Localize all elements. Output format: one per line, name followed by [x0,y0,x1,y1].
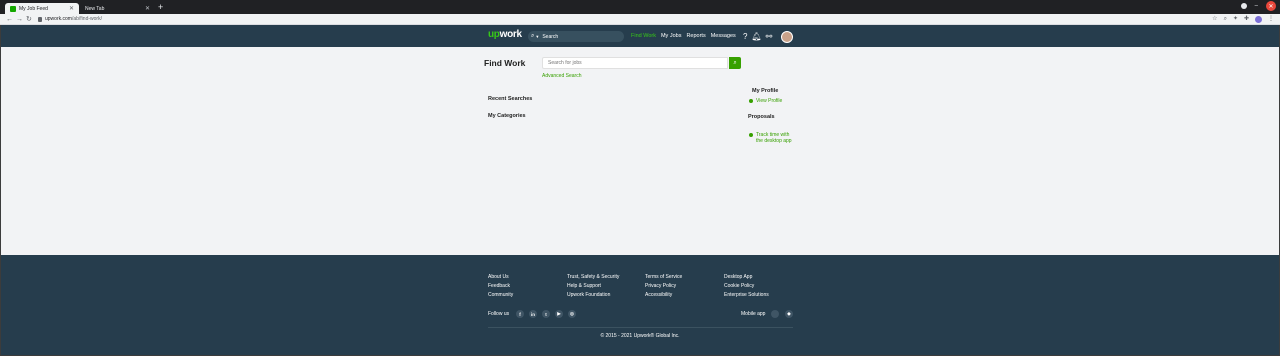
footer-link-about-us[interactable]: About Us [488,273,513,282]
view-profile-link[interactable]: View Profile [756,98,782,104]
android-icon[interactable]: ◆ [785,310,793,318]
footer-link-upwork-foundation[interactable]: Upwork Foundation [567,291,619,300]
window-controls: – ✕ [1240,1,1276,11]
footer-link-community[interactable]: Community [488,291,513,300]
nav-reports[interactable]: Reports [686,33,705,39]
close-window-icon[interactable]: ✕ [1266,1,1276,11]
footer-column-3: Terms of Service Privacy Policy Accessib… [645,273,682,300]
footer-divider [488,327,793,328]
tab-new-tab[interactable]: New Tab ✕ [80,3,155,14]
upwork-logo[interactable]: upwork [488,29,522,40]
nav-my-jobs[interactable]: My Jobs [661,33,681,39]
my-categories-heading: My Categories [488,113,526,119]
forward-icon[interactable]: → [16,15,23,24]
footer-link-terms[interactable]: Terms of Service [645,273,682,282]
toolbar-icons: ☆ ⌕ ✦ ✚ ⋮ [1212,15,1274,24]
tab-my-job-feed[interactable]: My Job Feed ✕ [5,3,79,14]
back-icon[interactable]: ← [6,15,13,24]
twitter-icon[interactable]: t [542,310,550,318]
nav-find-work[interactable]: Find Work [631,33,656,39]
search-icon: ⌕ [733,59,737,66]
page-title: Find Work [484,58,526,68]
copyright-text: © 2015 - 2021 Upwork® Global Inc. [600,333,680,339]
chevron-down-icon[interactable]: ▼ [535,34,539,39]
bookmark-star-icon[interactable]: ☆ [1212,15,1217,24]
browser-tab-bar: My Job Feed ✕ New Tab ✕ + – ✕ [0,0,1280,14]
apple-icon[interactable] [771,310,779,318]
view-profile-icon [749,99,753,103]
advanced-search-link[interactable]: Advanced Search [542,73,581,79]
url-domain: upwork.com [45,16,72,22]
profile-avatar-icon[interactable] [1255,16,1262,23]
desktop-app-icon [749,133,753,137]
footer-link-help-support[interactable]: Help & Support [567,282,619,291]
footer-link-trust-safety[interactable]: Trust, Safety & Security [567,273,619,282]
header-search-input[interactable]: ⌕ ▼ Search [528,31,624,42]
account-icon[interactable] [1240,3,1247,9]
header-icons: ? 🔔︎ ⚯ [743,31,794,43]
facebook-icon[interactable]: f [516,310,524,318]
job-search-button[interactable]: ⌕ [729,57,741,69]
tab-label: My Job Feed [19,5,48,12]
track-time-link[interactable]: Track time with the desktop app [756,132,792,144]
menu-kebab-icon[interactable]: ⋮ [1268,15,1274,24]
browser-toolbar: ← → ↻ upwork.com/ab/find-work/ ☆ ⌕ ✦ ✚ ⋮ [0,14,1280,25]
nav-messages[interactable]: Messages [711,33,736,39]
mobile-app-label: Mobile app [741,311,766,317]
job-search-input[interactable] [542,57,728,69]
notifications-bell-icon[interactable]: 🔔︎ [751,32,761,42]
reload-icon[interactable]: ↻ [26,15,32,24]
recent-searches-heading: Recent Searches [488,96,533,102]
youtube-icon[interactable]: ▶ [555,310,563,318]
help-icon[interactable]: ? [743,32,747,42]
extension-icon[interactable]: ✦ [1233,15,1238,24]
footer-link-enterprise[interactable]: Enterprise Solutions [724,291,769,300]
header-search-placeholder: Search [542,33,559,40]
proposals-heading: Proposals [748,114,775,120]
close-tab-icon[interactable]: ✕ [69,5,74,12]
linkedin-icon[interactable]: in [529,310,537,318]
footer-column-2: Trust, Safety & Security Help & Support … [567,273,619,300]
address-bar[interactable]: upwork.com/ab/find-work/ [45,16,102,23]
footer: About Us Feedback Community Trust, Safet… [1,255,1279,355]
upwork-favicon-icon [10,5,16,12]
new-tab-button[interactable]: + [158,2,163,13]
search-icon: ⌕ [531,33,535,39]
footer-link-desktop-app[interactable]: Desktop App [724,273,769,282]
lock-icon [38,17,42,22]
extensions-puzzle-icon[interactable]: ✚ [1244,15,1249,24]
connects-icon[interactable]: ⚯ [766,32,773,42]
close-tab-icon[interactable]: ✕ [145,5,150,12]
follow-us-label: Follow us [488,311,510,317]
tab-label: New Tab [85,5,105,12]
zoom-icon[interactable]: ⌕ [1224,15,1227,24]
footer-link-cookie-policy[interactable]: Cookie Policy [724,282,769,291]
footer-column-1: About Us Feedback Community [488,273,513,300]
track-time-line2: the desktop app [756,138,792,144]
my-profile-heading: My Profile [752,88,779,94]
minimize-icon[interactable]: – [1255,3,1258,9]
footer-link-feedback[interactable]: Feedback [488,282,513,291]
header-nav: Find Work My Jobs Reports Messages [631,33,736,39]
instagram-icon[interactable]: ◎ [568,310,576,318]
footer-column-4: Desktop App Cookie Policy Enterprise Sol… [724,273,769,300]
upwork-header: upwork ⌕ ▼ Search Find Work My Jobs Repo… [1,25,1279,47]
footer-link-privacy[interactable]: Privacy Policy [645,282,682,291]
user-avatar[interactable] [781,31,794,43]
url-path: /ab/find-work/ [71,16,102,22]
page-content: upwork ⌕ ▼ Search Find Work My Jobs Repo… [1,25,1279,355]
footer-link-accessibility[interactable]: Accessibility [645,291,682,300]
